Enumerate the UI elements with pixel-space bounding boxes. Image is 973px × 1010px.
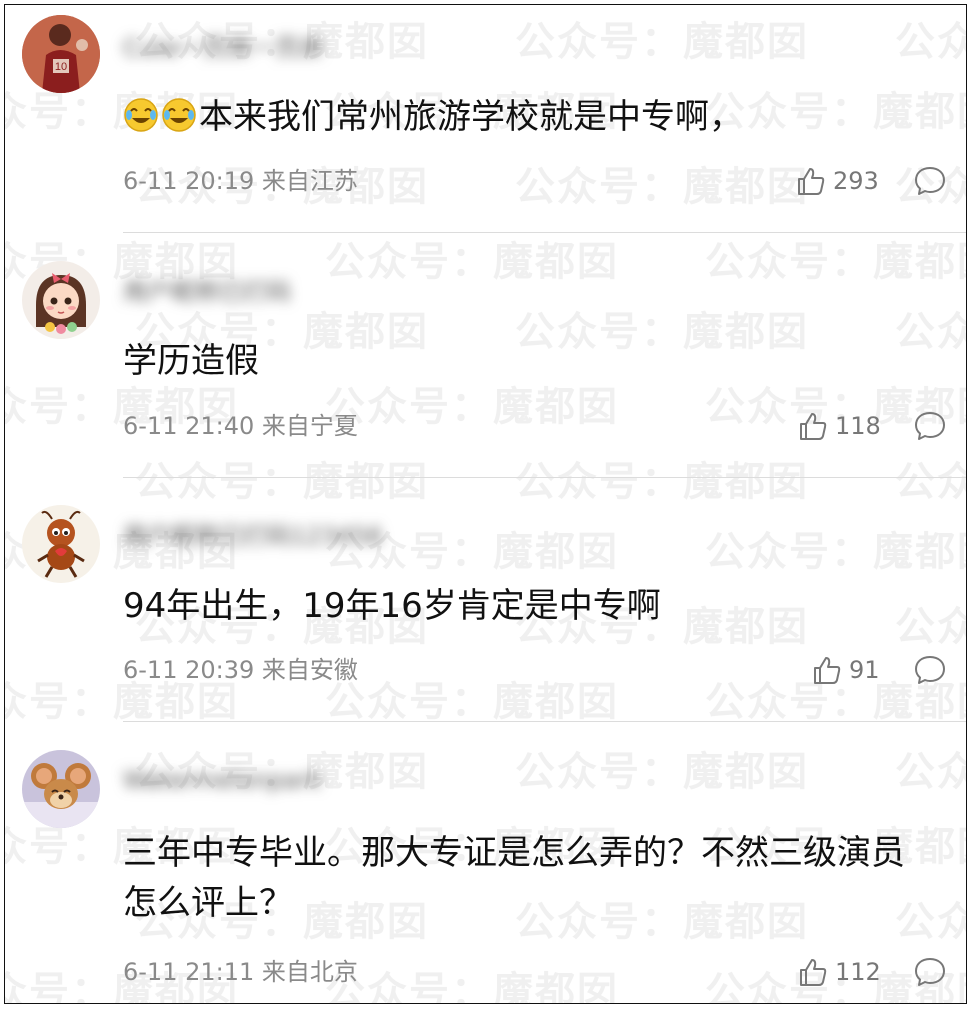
cry-laugh-emoji-icon (123, 97, 159, 133)
comment-location: 来自北京 (261, 958, 358, 986)
watermark-text: 公众号：魔都囡 (705, 239, 966, 285)
like-count: 112 (835, 958, 881, 986)
comment-body: 94年出生，19年16岁肯定是中专啊 (123, 586, 661, 626)
reply-button[interactable] (913, 164, 947, 198)
like-count: 91 (849, 656, 880, 684)
username[interactable]: 用户昵称已打码 (123, 275, 291, 309)
thumbs-up-icon (800, 959, 827, 986)
comment-text: 学历造假 (123, 336, 926, 386)
comment-time: 6-11 21:40 (123, 412, 255, 440)
comment-time: 6-11 21:11 (123, 958, 255, 986)
like-button[interactable]: 91 (811, 653, 880, 687)
watermark-text: 公众号：魔都囡 (135, 459, 429, 505)
like-button[interactable]: 118 (797, 409, 881, 443)
comment-text: 本来我们常州旅游学校就是中专啊， (123, 92, 926, 142)
comment-meta: 6-11 20:19 来自江苏 (123, 164, 358, 198)
avatar[interactable] (22, 261, 100, 339)
like-count: 118 (835, 412, 881, 440)
watermark-text: 公众号：魔都囡 (515, 749, 809, 795)
comment-location: 来自宁夏 (261, 412, 358, 440)
comment-body: 三年中专毕业。那大专证是怎么弄的？不然三级演员怎么评上？ (123, 833, 905, 923)
cry-laugh-emoji-icon (161, 97, 197, 133)
comment-text: 94年出生，19年16岁肯定是中专啊 (123, 581, 926, 631)
watermark-text: 公众号：魔都囡 (325, 679, 619, 725)
thumbs-up-icon (814, 657, 841, 684)
thumbs-up-icon (800, 413, 827, 440)
avatar[interactable] (22, 505, 100, 583)
thumbs-up-icon (798, 168, 825, 195)
avatar[interactable] (22, 750, 100, 828)
cartoon-girl-avatar-icon (22, 261, 100, 339)
avatar[interactable]: 10 (22, 15, 100, 93)
comment-bubble-icon (915, 167, 945, 195)
comment-time: 6-11 20:19 (123, 167, 255, 195)
like-button[interactable]: 112 (797, 955, 881, 989)
reply-button[interactable] (913, 955, 947, 989)
comment-meta: 6-11 20:39 来自安徽 (123, 653, 358, 687)
like-count: 293 (833, 167, 879, 195)
comment-bubble-icon (915, 412, 945, 440)
comment-body: 本来我们常州旅游学校就是中专啊， (199, 97, 743, 137)
username[interactable]: Watermelonpark (123, 763, 322, 797)
watermark-text: 公众号：魔都囡 (325, 239, 619, 285)
ant-avatar-icon (22, 505, 100, 583)
divider (123, 721, 966, 722)
like-button[interactable]: 293 (795, 164, 879, 198)
comment-list: 公众号：魔都囡公众号：魔都囡公众号：魔都囡公众号：魔都囡公众号：魔都囡公众号：魔… (4, 4, 967, 1004)
reply-button[interactable] (913, 653, 947, 687)
comment-body: 学历造假 (123, 341, 259, 381)
comment-time: 6-11 20:39 (123, 656, 255, 684)
comment-bubble-icon (915, 656, 945, 684)
jerry-mouse-avatar-icon (22, 750, 100, 828)
comment-meta: 6-11 21:11 来自北京 (123, 955, 358, 989)
svg-text:10: 10 (55, 61, 67, 73)
divider (123, 477, 966, 478)
basketball-player-avatar-icon: 10 (22, 15, 100, 93)
comment-bubble-icon (915, 958, 945, 986)
watermark-text: 公众号：魔都囡 (325, 969, 619, 1004)
watermark-text: 公众号：魔都囡 (515, 164, 809, 210)
username[interactable]: Cute一页床一页床 (123, 31, 323, 65)
watermark-text: 公众号：魔都囡 (895, 459, 966, 505)
watermark-text: 公众号：魔都囡 (895, 19, 966, 65)
username[interactable]: 用户昵称已打码123456 (123, 519, 383, 553)
comment-text: 三年中专毕业。那大专证是怎么弄的？不然三级演员怎么评上？ (123, 828, 926, 928)
comment-meta: 6-11 21:40 来自宁夏 (123, 409, 358, 443)
watermark-text: 公众号：魔都囡 (515, 19, 809, 65)
comment-location: 来自江苏 (261, 167, 358, 195)
divider (123, 232, 966, 233)
reply-button[interactable] (913, 409, 947, 443)
watermark-text: 公众号：魔都囡 (895, 749, 966, 795)
watermark-text: 公众号：魔都囡 (515, 459, 809, 505)
watermark-text: 公众号：魔都囡 (705, 529, 966, 575)
comment-location: 来自安徽 (261, 656, 358, 684)
